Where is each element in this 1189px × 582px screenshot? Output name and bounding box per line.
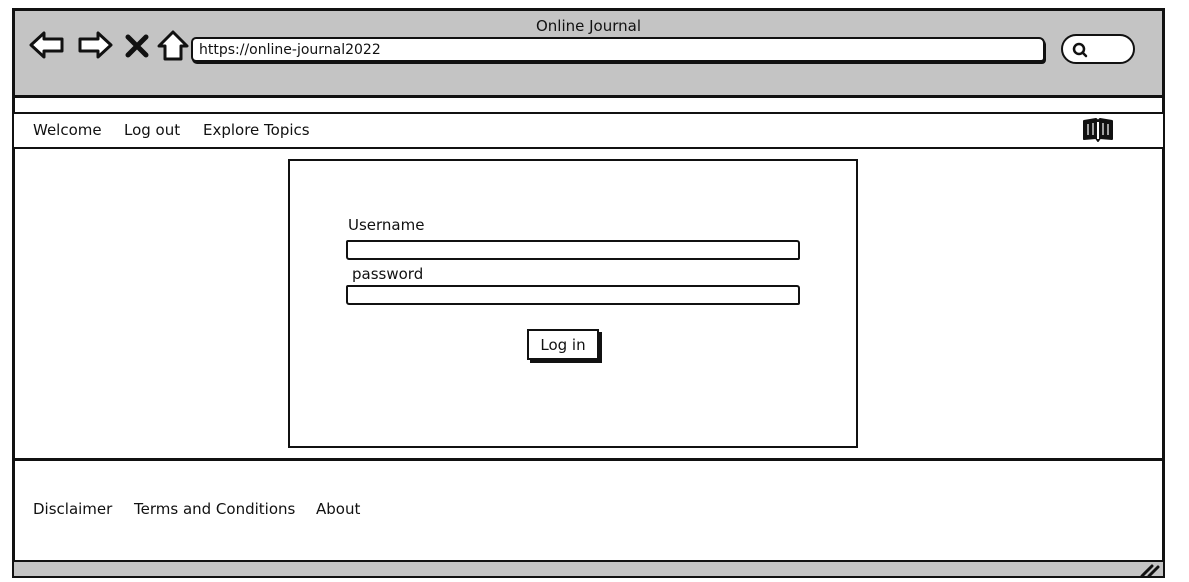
search-button[interactable] bbox=[1061, 34, 1135, 64]
home-icon bbox=[157, 30, 189, 61]
footer-disclaimer[interactable]: Disclaimer bbox=[33, 500, 112, 518]
username-input[interactable] bbox=[346, 240, 800, 260]
book-icon[interactable] bbox=[1082, 117, 1114, 143]
status-bar bbox=[12, 562, 1165, 578]
forward-button[interactable] bbox=[76, 26, 114, 64]
top-nav bbox=[12, 112, 1165, 149]
stop-button[interactable] bbox=[122, 26, 152, 64]
search-icon bbox=[1072, 42, 1088, 58]
password-input[interactable] bbox=[346, 285, 800, 305]
nav-welcome[interactable]: Welcome bbox=[33, 121, 102, 139]
username-label: Username bbox=[348, 216, 425, 234]
back-button[interactable] bbox=[28, 26, 66, 64]
footer-terms[interactable]: Terms and Conditions bbox=[134, 500, 295, 518]
home-button[interactable] bbox=[156, 26, 190, 64]
resize-grip-icon[interactable] bbox=[1136, 562, 1160, 578]
address-bar[interactable] bbox=[191, 37, 1045, 62]
close-icon bbox=[125, 34, 149, 58]
nav-logout[interactable]: Log out bbox=[124, 121, 180, 139]
arrow-right-icon bbox=[78, 31, 113, 59]
login-button[interactable]: Log in bbox=[527, 329, 599, 360]
password-label: password bbox=[352, 265, 424, 283]
nav-explore-topics[interactable]: Explore Topics bbox=[203, 121, 310, 139]
chrome-divider bbox=[12, 98, 1165, 112]
arrow-left-icon bbox=[29, 31, 64, 59]
footer-about[interactable]: About bbox=[316, 500, 360, 518]
